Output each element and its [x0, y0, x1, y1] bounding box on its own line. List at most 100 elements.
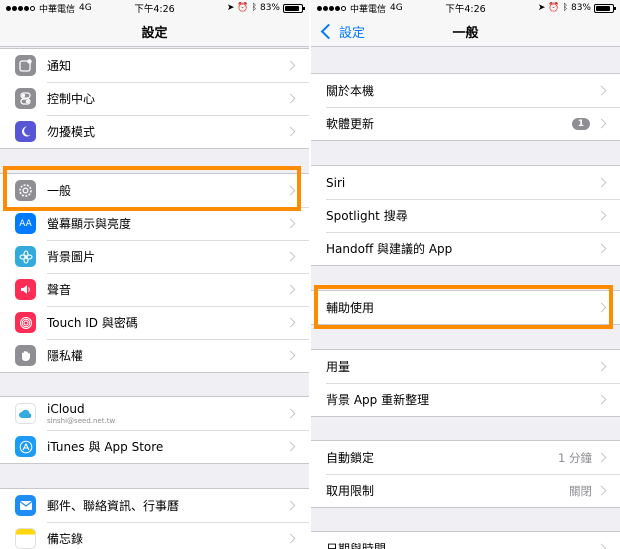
settings-item-display[interactable]: AA 螢幕顯示與亮度 [0, 207, 309, 240]
item-label: 控制中心 [47, 92, 96, 106]
wallpaper-icon [15, 246, 36, 267]
item-label: 軟體更新 [326, 117, 375, 131]
item-label: 取用限制 [326, 484, 375, 498]
general-item-background-refresh[interactable]: 背景 App 重新整理 [311, 383, 620, 416]
item-label: Touch ID 與密碼 [47, 316, 138, 330]
settings-item-mail-contacts-calendars[interactable]: 郵件、聯絡資訊、行事曆 [0, 489, 309, 522]
restrictions-value: 關閉 [569, 483, 592, 498]
settings-item-icloud[interactable]: iCloud sinshi@seed.net.tw [0, 397, 309, 430]
icloud-label: iCloud [47, 402, 85, 416]
chevron-right-icon [285, 408, 296, 419]
sound-icon [15, 279, 36, 300]
settings-group-2: 一般 AA 螢幕顯示與亮度 背景圖片 聲音 Touch ID 與密碼 隱私權 [0, 173, 309, 373]
general-group-2: Siri Spotlight 搜尋 Handoff 與建議的 App [311, 165, 620, 266]
status-bar: 中華電信 4G 下午4:26 ➤ ⏰ ᛒ 83% [0, 0, 309, 16]
auto-lock-value: 1 分鐘 [558, 450, 592, 465]
carrier-name: 中華電信 [39, 4, 76, 15]
general-group-1: 關於本機 軟體更新 1 [311, 73, 620, 141]
general-item-date-time[interactable]: 日期與時間 [311, 532, 620, 549]
general-item-accessibility[interactable]: 輔助使用 [311, 291, 620, 324]
chevron-right-icon [285, 218, 296, 229]
icloud-icon [15, 403, 36, 424]
settings-item-touch-id[interactable]: Touch ID 與密碼 [0, 306, 309, 339]
notifications-icon [15, 55, 36, 76]
chevron-left-icon [320, 23, 337, 40]
page-title: 一般 [452, 25, 479, 41]
fingerprint-icon [15, 312, 36, 333]
settings-item-privacy[interactable]: 隱私權 [0, 339, 309, 372]
status-bar: 中華電信 4G 下午4:26 ➤ ⏰ ᛒ 83% [311, 0, 620, 16]
chevron-right-icon [596, 485, 607, 496]
settings-item-wallpaper[interactable]: 背景圖片 [0, 240, 309, 273]
network-type: 4G [79, 3, 92, 13]
item-label: 背景圖片 [47, 250, 96, 264]
chevron-right-icon [285, 441, 296, 452]
back-button[interactable]: 設定 [319, 16, 365, 47]
chevron-right-icon [596, 394, 607, 405]
settings-item-general[interactable]: 一般 [0, 174, 309, 207]
general-panel: 中華電信 4G 下午4:26 ➤ ⏰ ᛒ 83% 設定 一般 關於本機 軟體更新… [311, 0, 620, 549]
settings-item-notifications[interactable]: 通知 [0, 49, 309, 82]
item-label: iCloud sinshi@seed.net.tw [47, 402, 287, 425]
general-group-5: 自動鎖定 1 分鐘 取用限制 關閉 [311, 440, 620, 508]
update-count-badge: 1 [571, 117, 590, 130]
general-group-6: 日期與時間 [311, 531, 620, 549]
chevron-right-icon [285, 126, 296, 137]
icloud-account: sinshi@seed.net.tw [47, 417, 116, 425]
chevron-right-icon [285, 350, 296, 361]
signal-icon [317, 5, 346, 11]
general-item-about[interactable]: 關於本機 [311, 74, 620, 107]
mail-icon [15, 495, 36, 516]
page-title: 設定 [141, 25, 168, 41]
general-item-spotlight[interactable]: Spotlight 搜尋 [311, 199, 620, 232]
settings-group-4: 郵件、聯絡資訊、行事曆 備忘錄 [0, 488, 309, 549]
item-label: 螢幕顯示與亮度 [47, 217, 132, 231]
battery-icon [283, 3, 305, 13]
settings-item-notes[interactable]: 備忘錄 [0, 522, 309, 549]
bluetooth-icon: ᛒ [251, 3, 257, 13]
item-label: 隱私權 [47, 349, 84, 363]
chevron-right-icon [285, 93, 296, 104]
chevron-right-icon [596, 361, 607, 372]
network-type: 4G [390, 3, 403, 13]
item-label: 郵件、聯絡資訊、行事曆 [47, 499, 180, 513]
general-item-restrictions[interactable]: 取用限制 關閉 [311, 474, 620, 507]
general-item-software-update[interactable]: 軟體更新 1 [311, 107, 620, 140]
chevron-right-icon [285, 251, 296, 262]
chevron-right-icon [596, 302, 607, 313]
carrier-name: 中華電信 [350, 4, 387, 15]
chevron-right-icon [285, 60, 296, 71]
chevron-right-icon [596, 543, 607, 549]
general-item-siri[interactable]: Siri [311, 166, 620, 199]
general-item-handoff[interactable]: Handoff 與建議的 App [311, 232, 620, 265]
chevron-right-icon [596, 243, 607, 254]
item-label: 用量 [326, 360, 351, 374]
battery-icon [594, 3, 616, 13]
settings-item-control-center[interactable]: 控制中心 [0, 82, 309, 115]
bluetooth-icon: ᛒ [562, 3, 568, 13]
settings-panel: 中華電信 4G 下午4:26 ➤ ⏰ ᛒ 83% 設定 通知 控制中心 勿擾模式… [0, 0, 309, 549]
chevron-right-icon [596, 177, 607, 188]
chevron-right-icon [596, 85, 607, 96]
settings-item-do-not-disturb[interactable]: 勿擾模式 [0, 115, 309, 148]
signal-icon [6, 5, 35, 11]
general-group-4: 用量 背景 App 重新整理 [311, 349, 620, 417]
settings-item-itunes-app-store[interactable]: iTunes 與 App Store [0, 430, 309, 463]
chevron-right-icon [596, 210, 607, 221]
item-label: Siri [326, 175, 346, 190]
chevron-right-icon [285, 533, 296, 544]
item-label: Spotlight 搜尋 [326, 209, 408, 223]
chevron-right-icon [285, 185, 296, 196]
item-label: 日期與時間 [326, 542, 387, 549]
privacy-hand-icon [15, 345, 36, 366]
general-item-auto-lock[interactable]: 自動鎖定 1 分鐘 [311, 441, 620, 474]
settings-group-3: iCloud sinshi@seed.net.tw iTunes 與 App S… [0, 396, 309, 464]
nav-bar: 設定 [0, 16, 309, 47]
item-label: 關於本機 [326, 84, 375, 98]
settings-item-sounds[interactable]: 聲音 [0, 273, 309, 306]
general-item-usage[interactable]: 用量 [311, 350, 620, 383]
item-label: iTunes 與 App Store [47, 440, 164, 454]
display-brightness-icon: AA [15, 213, 36, 234]
chevron-right-icon [596, 118, 607, 129]
moon-icon [15, 121, 36, 142]
